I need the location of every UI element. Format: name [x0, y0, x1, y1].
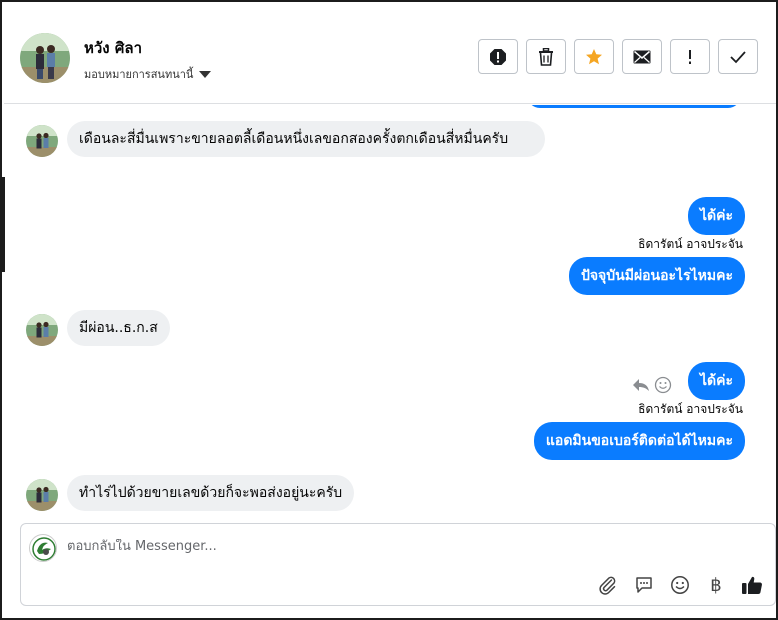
- mark-unread-button[interactable]: [622, 39, 662, 74]
- message-row-incoming: เดือนละสี่มื่นเพราะขายลอตลี้เดือนหนึ่งเล…: [26, 121, 545, 157]
- check-icon: [730, 50, 746, 63]
- mail-icon: [633, 50, 651, 63]
- payment-button[interactable]: ฿: [703, 572, 729, 598]
- report-icon: [490, 48, 506, 65]
- react-emoji-icon[interactable]: [654, 376, 672, 394]
- sender-avatar[interactable]: [26, 314, 58, 346]
- delete-button[interactable]: [526, 39, 566, 74]
- saved-replies-button[interactable]: [631, 572, 657, 598]
- page-logo: [29, 534, 57, 562]
- message-bubble-incoming[interactable]: มีผ่อน..ธ.ก.ส: [67, 310, 170, 346]
- messenger-window: หวัง ศิลา มอบหมายการสนทนานี้ เดือนละสี่ม…: [0, 0, 778, 620]
- sender-avatar[interactable]: [26, 479, 58, 511]
- previous-outgoing-bubble: [527, 105, 741, 108]
- assign-label: มอบหมายการสนทนานี้: [84, 68, 194, 81]
- attach-button[interactable]: [595, 572, 621, 598]
- follow-up-button[interactable]: [670, 39, 710, 74]
- message-row-incoming: มีผ่อน..ธ.ก.ส: [26, 310, 170, 346]
- message-bubble-outgoing[interactable]: ได้ค่ะ: [687, 197, 745, 235]
- caret-down-icon: [199, 70, 212, 78]
- star-button[interactable]: [574, 39, 614, 74]
- message-bubble-outgoing[interactable]: ปัจจุบันมีผ่อนอะไรไหมคะ: [568, 257, 745, 295]
- star-icon: [586, 48, 602, 64]
- mark-done-button[interactable]: [718, 39, 758, 74]
- message-bubble-outgoing[interactable]: แอดมินขอเบอร์ติดต่อได้ไหมคะ: [533, 422, 745, 460]
- like-button[interactable]: [739, 572, 765, 598]
- emoji-button[interactable]: [667, 572, 693, 598]
- trash-icon: [539, 47, 553, 66]
- thumbs-up-icon: [742, 576, 762, 594]
- sender-name: ธิดารัตน์ อาจประจัน: [638, 402, 743, 416]
- assign-conversation-dropdown[interactable]: มอบหมายการสนทนานี้: [84, 65, 212, 83]
- baht-icon: ฿: [710, 574, 722, 596]
- message-bubble-incoming[interactable]: เดือนละสี่มื่นเพราะขายลอตลี้เดือนหนึ่งเล…: [67, 121, 545, 157]
- sender-name: ธิดารัตน์ อาจประจัน: [638, 237, 743, 251]
- reply-composer: ฿: [20, 523, 776, 606]
- message-bubble-outgoing[interactable]: ได้ค่ะ: [687, 362, 745, 400]
- conversation-header: หวัง ศิลา มอบหมายการสนทนานี้: [4, 4, 776, 104]
- report-button[interactable]: [478, 39, 518, 74]
- reply-input[interactable]: [67, 539, 667, 554]
- message-hover-tools: [632, 376, 672, 394]
- sender-avatar[interactable]: [26, 125, 58, 157]
- contact-name[interactable]: หวัง ศิลา: [84, 36, 142, 60]
- reply-icon[interactable]: [632, 377, 650, 393]
- message-row-incoming: ทำไร่ไปด้วยขายเลขด้วยก็จะพอส่งอยู่นะครับ: [26, 475, 355, 511]
- message-thread[interactable]: เดือนละสี่มื่นเพราะขายลอตลี้เดือนหนึ่งเล…: [4, 105, 776, 521]
- header-actions: [478, 39, 758, 74]
- saved-reply-icon: [636, 577, 652, 593]
- message-bubble-incoming[interactable]: ทำไร่ไปด้วยขายเลขด้วยก็จะพอส่งอยู่นะครับ: [67, 475, 355, 511]
- composer-tools: ฿: [595, 572, 765, 598]
- exclamation-icon: [689, 49, 691, 64]
- emoji-icon: [671, 576, 689, 594]
- contact-avatar[interactable]: [20, 33, 70, 83]
- paperclip-icon: [599, 576, 616, 595]
